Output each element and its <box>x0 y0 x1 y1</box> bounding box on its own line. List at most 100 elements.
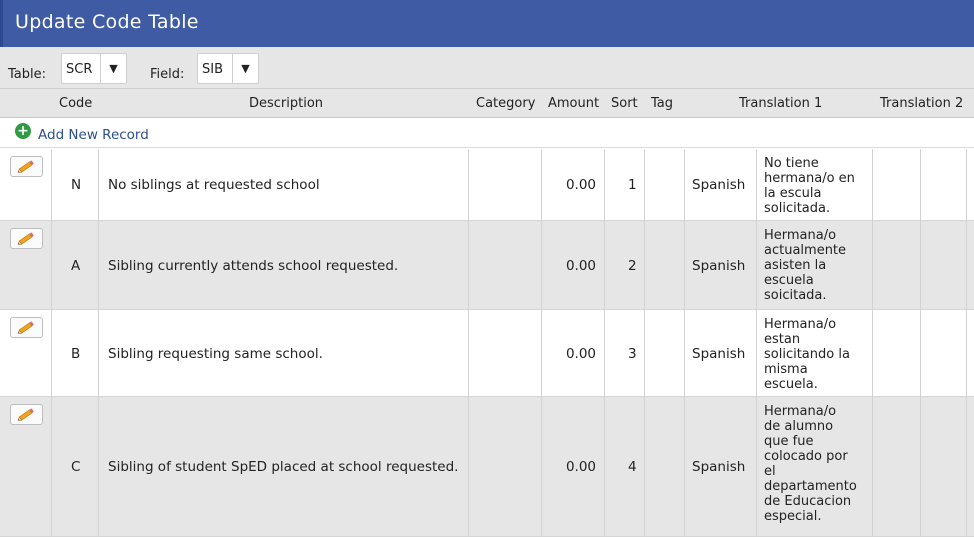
field-select-value: SIB <box>202 62 224 77</box>
cell-amount: 0.00 <box>565 177 596 193</box>
cell-code: C <box>71 459 81 475</box>
table-header: Code Description Category Amount Sort Ta… <box>0 89 974 118</box>
table-row: B Sibling requesting same school. 0.00 3 Spa… <box>0 310 974 397</box>
column-divider <box>604 310 605 396</box>
pencil-icon <box>17 160 37 177</box>
title-bar: Update Code Table <box>0 0 974 47</box>
column-divider <box>98 149 99 220</box>
cell-language: Spanish <box>692 345 746 362</box>
column-header-translation-2[interactable]: Translation 2 <box>880 96 963 111</box>
pencil-svg <box>17 232 34 245</box>
table-select-value: SCR <box>66 62 93 77</box>
column-divider <box>872 310 873 396</box>
column-header-sort[interactable]: Sort <box>611 96 638 111</box>
column-divider <box>644 149 645 220</box>
column-divider <box>872 397 873 536</box>
cell-sort: 4 <box>628 459 637 475</box>
cell-description: Sibling currently attends school request… <box>108 257 399 274</box>
field-select[interactable]: SIB <box>197 53 259 84</box>
column-divider <box>468 221 469 309</box>
table-select[interactable]: SCR <box>61 53 127 84</box>
chevron-down-icon[interactable] <box>100 54 126 83</box>
column-divider <box>966 397 967 536</box>
column-divider <box>541 397 542 536</box>
column-divider <box>756 397 757 536</box>
cell-translation: Hermana/o actualmente asisten la escuela… <box>764 228 847 303</box>
cell-code: N <box>71 177 82 193</box>
column-divider <box>98 310 99 396</box>
cell-translation: Hermana/o de alumno que fue colocado por… <box>764 404 857 524</box>
pencil-icon <box>17 408 37 425</box>
cell-amount: 0.00 <box>565 257 596 274</box>
column-divider <box>872 149 873 220</box>
column-divider <box>541 221 542 309</box>
column-divider <box>920 149 921 220</box>
plus-circle-icon[interactable]: + <box>15 123 31 139</box>
column-divider <box>98 397 99 536</box>
filter-bar: Table: SCR Field: SIB <box>0 47 974 89</box>
column-divider <box>468 310 469 396</box>
cell-sort: 2 <box>628 257 637 274</box>
column-divider <box>468 397 469 536</box>
column-divider <box>684 221 685 309</box>
pencil-svg <box>17 321 34 334</box>
column-divider <box>98 221 99 309</box>
cell-description: No siblings at requested school <box>108 177 320 193</box>
cell-description: Sibling requesting same school. <box>108 345 323 362</box>
cell-amount: 0.00 <box>565 345 596 362</box>
window-title: Update Code Table <box>15 11 199 33</box>
cell-description: Sibling of student SpED placed at school… <box>108 459 459 475</box>
column-divider <box>51 310 52 396</box>
column-divider <box>920 221 921 309</box>
column-divider <box>920 310 921 396</box>
cell-amount: 0.00 <box>565 459 596 475</box>
edit-button[interactable] <box>10 317 43 338</box>
cell-language: Spanish <box>692 459 746 475</box>
table-row: N No siblings at requested school 0.00 1 Spa… <box>0 149 974 221</box>
edit-button[interactable] <box>10 156 43 177</box>
column-divider <box>872 221 873 309</box>
column-header-translation-1[interactable]: Translation 1 <box>739 96 822 111</box>
table-label: Table: <box>8 67 46 82</box>
column-header-category[interactable]: Category <box>476 96 535 111</box>
chevron-down-icon[interactable] <box>232 54 258 83</box>
table-row: A Sibling currently attends school reques… <box>0 221 974 310</box>
pencil-svg <box>17 408 34 421</box>
column-divider <box>468 149 469 220</box>
column-header-code[interactable]: Code <box>59 96 92 111</box>
cell-sort: 3 <box>628 345 637 362</box>
column-divider <box>541 149 542 220</box>
cell-language: Spanish <box>692 177 746 193</box>
add-new-record-link[interactable]: Add New Record <box>38 127 149 143</box>
column-header-description[interactable]: Description <box>249 96 323 111</box>
edit-button[interactable] <box>10 228 43 249</box>
column-divider <box>756 221 757 309</box>
column-divider <box>966 221 967 309</box>
column-divider <box>684 310 685 396</box>
column-divider <box>604 397 605 536</box>
add-new-record-row: + Add New Record <box>0 118 974 148</box>
column-divider <box>920 397 921 536</box>
column-divider <box>604 149 605 220</box>
column-divider <box>756 310 757 396</box>
edit-button[interactable] <box>10 404 43 425</box>
column-divider <box>644 310 645 396</box>
cell-sort: 1 <box>628 177 637 193</box>
column-divider <box>51 221 52 309</box>
pencil-icon <box>17 232 37 249</box>
column-divider <box>644 221 645 309</box>
column-header-tag[interactable]: Tag <box>651 96 673 111</box>
cell-code: A <box>71 257 81 274</box>
column-divider <box>756 149 757 220</box>
column-divider <box>541 310 542 396</box>
column-divider <box>51 149 52 220</box>
column-header-amount[interactable]: Amount <box>548 96 599 111</box>
cell-language: Spanish <box>692 257 746 274</box>
cell-code: B <box>71 345 81 362</box>
table-row: C Sibling of student SpED placed at schoo… <box>0 397 974 537</box>
column-divider <box>644 397 645 536</box>
column-divider <box>51 397 52 536</box>
column-divider <box>684 149 685 220</box>
pencil-svg <box>17 160 34 173</box>
field-label: Field: <box>150 67 185 82</box>
